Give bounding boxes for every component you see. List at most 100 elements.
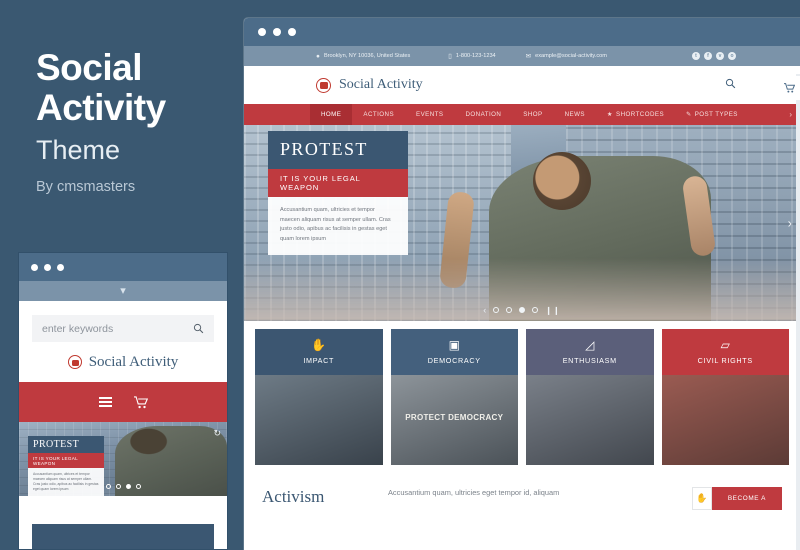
slider-dot-active[interactable] (519, 307, 526, 313)
slider-dot-active[interactable] (125, 484, 131, 489)
hero-slider[interactable]: PROTEST IT IS YOUR LEGAL WEAPON Accusant… (244, 125, 800, 321)
megaphone-icon: ◿ (585, 338, 595, 352)
mobile-titlebar (19, 253, 227, 281)
website-page: ● Brooklyn, NY 10036, United States ▯ 1-… (244, 46, 800, 550)
browser-window: ● Brooklyn, NY 10036, United States ▯ 1-… (244, 18, 800, 550)
feature-photo (661, 375, 789, 465)
capitol-icon: ▱ (720, 338, 730, 352)
promo-title-line2: Activity (36, 87, 166, 128)
slider-dot[interactable] (115, 484, 121, 489)
hamburger-icon[interactable] (98, 395, 112, 409)
activism-section: Activism Accusantium quam, ultricies ege… (244, 465, 800, 510)
twitter-icon[interactable]: t (692, 52, 700, 60)
feature-caption: ▱ CIVIL RIGHTS (661, 329, 789, 375)
nav-item-events[interactable]: EVENTS (405, 104, 454, 125)
browser-titlebar (244, 18, 800, 46)
site-header: Social Activity (244, 66, 800, 104)
promo-author: By cmsmasters (36, 179, 136, 195)
search-icon[interactable] (725, 78, 736, 89)
feature-label: IMPACT (303, 356, 335, 365)
feature-box-democracy[interactable]: ▣ DEMOCRACY (390, 329, 518, 465)
slider-dot[interactable] (532, 307, 539, 313)
window-dot-minimize[interactable] (44, 263, 51, 271)
window-dot-close[interactable] (31, 263, 38, 271)
mobile-topbar-strip: ▾ (19, 281, 227, 301)
reload-icon[interactable]: ↻ (213, 428, 221, 439)
slider-dot[interactable] (493, 307, 500, 313)
mobile-hero-body: Accusantium quam, ultrices et tempor mae… (33, 472, 99, 491)
slider-dot[interactable] (105, 484, 111, 489)
phone-icon: ▯ (448, 53, 452, 60)
hero-title: PROTEST (268, 131, 408, 169)
fist-icon: ✋ (691, 487, 712, 510)
facebook-icon[interactable]: f (704, 52, 712, 60)
floating-cart-button[interactable] (778, 76, 800, 100)
feature-box-enthusiasm[interactable]: ◿ ENTHUSIASM (526, 329, 654, 465)
nav-item-shop[interactable]: SHOP (512, 104, 553, 125)
mobile-slider-dots[interactable] (19, 484, 227, 489)
topbar-email[interactable]: ✉ example@social-activity.com (526, 52, 607, 60)
window-dot-maximize[interactable] (288, 28, 296, 36)
topbar-address-text: Brooklyn, NY 10036, United States (323, 53, 411, 59)
hero-body: Accusantium quam, ultricies et tempor ma… (280, 207, 391, 242)
topbar-phone-text: 1-800-123-1234 (455, 53, 496, 59)
nav-item-post-types-label: POST TYPES (694, 111, 738, 118)
site-logo-text: Social Activity (339, 77, 423, 92)
feature-caption: ▣ DEMOCRACY (390, 329, 518, 375)
site-logo[interactable]: Social Activity (316, 77, 423, 93)
become-a-volunteer-button[interactable]: ✋ BECOME A (691, 487, 782, 510)
search-icon[interactable] (193, 323, 204, 334)
window-dot-maximize[interactable] (57, 263, 64, 271)
promo-title-line1: Social (36, 47, 143, 88)
window-dot-minimize[interactable] (273, 28, 281, 36)
nav-item-shortcodes[interactable]: ★ SHORTCODES (596, 104, 675, 125)
mobile-search-input[interactable]: enter keywords (32, 315, 214, 342)
mobile-logo-text: Social Activity (88, 353, 179, 370)
slider-dot[interactable] (135, 484, 141, 489)
feature-photo (255, 375, 383, 465)
nav-item-news[interactable]: NEWS (554, 104, 596, 125)
activism-heading: Activism (262, 487, 325, 506)
pause-icon[interactable]: ❙❙ (545, 306, 560, 315)
prev-arrow-icon[interactable]: ‹ (483, 305, 486, 315)
window-dot-close[interactable] (258, 28, 266, 36)
topbar-address: ● Brooklyn, NY 10036, United States (316, 53, 410, 60)
feature-photo (390, 375, 518, 465)
fist-icon: ✋ (311, 338, 327, 352)
chevron-down-icon[interactable]: ▾ (120, 285, 126, 297)
social-links: t f v o (692, 52, 736, 60)
mobile-hero-subtitle: IT IS YOUR LEGAL WEAPON (28, 453, 104, 468)
hero-subtitle: IT IS YOUR LEGAL WEAPON (268, 169, 408, 197)
ballot-box-icon: ▣ (448, 338, 460, 352)
vimeo-icon[interactable]: v (716, 52, 724, 60)
topbar-phone[interactable]: ▯ 1-800-123-1234 (448, 52, 495, 60)
topbar-email-text: example@social-activity.com (535, 53, 607, 59)
feature-label: DEMOCRACY (427, 356, 481, 365)
next-arrow-icon[interactable]: › (788, 216, 792, 231)
mobile-action-bar (19, 382, 227, 422)
feature-photo (526, 375, 654, 465)
hero-slider-controls[interactable]: ‹ ❙❙ (244, 305, 800, 315)
mobile-content-block (32, 524, 214, 549)
become-button-label: BECOME A (711, 487, 782, 510)
nav-item-post-types[interactable]: ✎ POST TYPES (675, 104, 749, 125)
mobile-search-placeholder: enter keywords (42, 322, 114, 335)
instagram-icon[interactable]: o (728, 52, 736, 60)
cart-icon (783, 83, 795, 93)
feature-box-civil-rights[interactable]: ▱ CIVIL RIGHTS (661, 329, 789, 465)
nav-item-actions[interactable]: ACTIONS (352, 104, 405, 125)
slider-dot[interactable] (506, 307, 513, 313)
mobile-hero-slider[interactable]: PROTEST IT IS YOUR LEGAL WEAPON Accusant… (19, 422, 227, 496)
nav-item-donation[interactable]: DONATION (455, 104, 513, 125)
page-scrollbar[interactable] (796, 74, 800, 550)
site-topbar: ● Brooklyn, NY 10036, United States ▯ 1-… (244, 46, 800, 66)
chevron-right-icon[interactable]: › (789, 110, 792, 119)
feature-box-impact[interactable]: ✋ IMPACT (255, 329, 383, 465)
cart-icon[interactable] (133, 395, 148, 409)
pencil-icon: ✎ (686, 111, 692, 118)
nav-item-home[interactable]: HOME (310, 104, 353, 125)
mobile-logo[interactable]: Social Activity (19, 342, 227, 382)
promo-panel: Social Activity Theme By cmsmasters ▾ en… (0, 0, 240, 550)
mobile-hero-title: PROTEST (28, 436, 104, 453)
header-search-button[interactable] (725, 78, 736, 92)
